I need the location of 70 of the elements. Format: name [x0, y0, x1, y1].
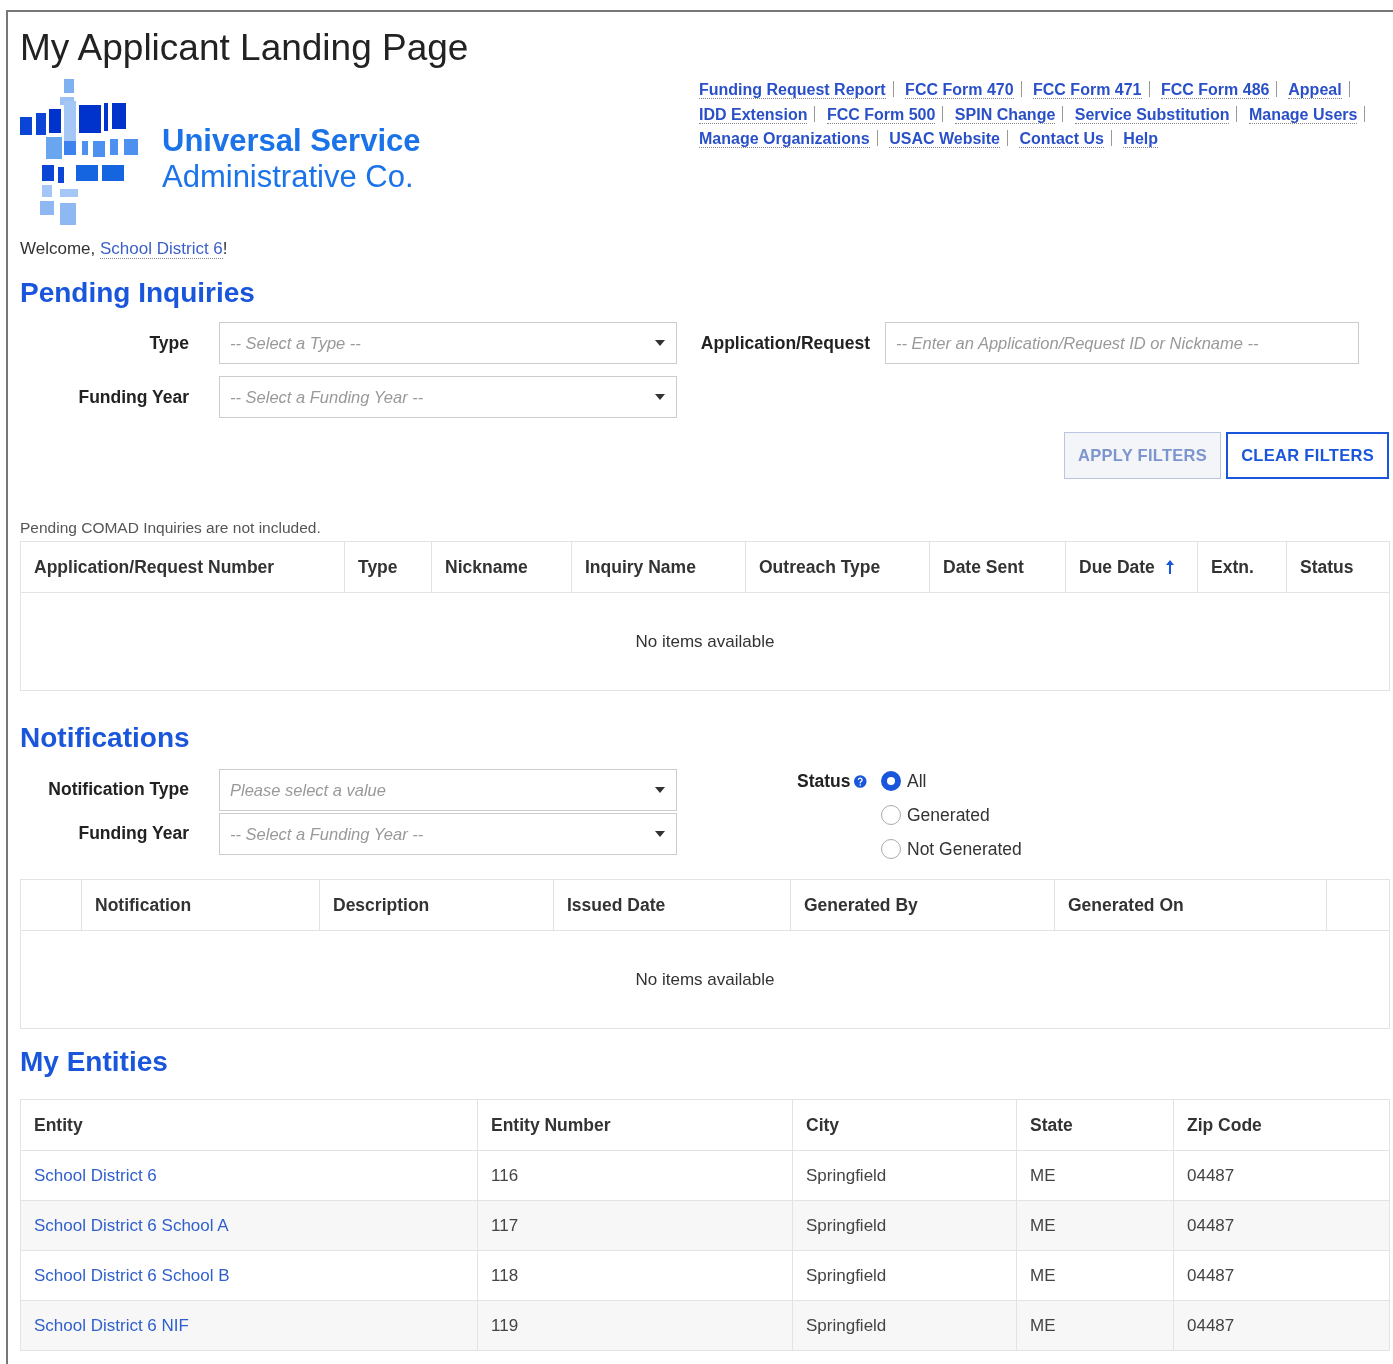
radio-option[interactable]: All [881, 769, 1181, 793]
empty-message: No items available [635, 631, 775, 652]
caret-icon [654, 786, 666, 794]
column-header[interactable]: Date Sent [943, 556, 1024, 578]
column-header[interactable]: Notification [95, 894, 192, 916]
field-label: Application/Request [700, 332, 871, 354]
nav-link[interactable]: Appeal [1288, 81, 1342, 99]
nav-link[interactable]: IDD Extension [699, 105, 808, 124]
table-cell: 119 [477, 1301, 792, 1350]
column-header[interactable]: Entity Number [491, 1114, 611, 1136]
table-cell: Springfield [792, 1301, 1016, 1350]
column-header[interactable]: Generated On [1068, 894, 1184, 916]
filter-button[interactable]: CLEAR FILTERS [1226, 432, 1389, 479]
field-label: Funding Year [78, 823, 190, 844]
column-header[interactable]: Generated By [804, 894, 918, 916]
field-label: Status [797, 770, 851, 792]
radio-option[interactable]: Not Generated [881, 837, 1181, 861]
user-link[interactable]: School District 6 [100, 239, 223, 259]
table-cell: ME [1016, 1301, 1173, 1350]
nav-link[interactable]: Contact Us [1019, 130, 1104, 148]
search-field[interactable]: -- Enter an Application/Request ID or Nickname -- [885, 322, 1359, 364]
help-icon[interactable] [854, 772, 867, 790]
welcome-text: ! [222, 239, 228, 258]
logo-text: Universal Service [162, 123, 421, 159]
column-header[interactable]: City [806, 1114, 840, 1136]
nav-link[interactable]: Manage Organizations [699, 130, 870, 148]
empty-message: No items available [635, 969, 775, 990]
caret-icon [654, 339, 666, 347]
nav-link[interactable]: FCC Form 486 [1160, 81, 1270, 99]
column-header[interactable]: Nickname [445, 556, 528, 578]
section-heading: Pending Inquiries [20, 276, 256, 310]
column-header[interactable]: Due Date [1079, 556, 1155, 578]
welcome-text: Welcome, [20, 239, 96, 258]
table-cell: 04487 [1173, 1301, 1389, 1350]
column-header[interactable]: Outreach Type [759, 556, 881, 578]
field-label: Notification Type [48, 779, 190, 800]
caret-icon [654, 830, 666, 838]
column-header[interactable]: Inquiry Name [585, 556, 696, 578]
entity-link[interactable]: School District 6 NIF [34, 1315, 189, 1336]
radio-option[interactable]: Generated [881, 803, 1181, 827]
nav-link[interactable]: Service Substitution [1074, 105, 1230, 124]
entity-link[interactable]: School District 6 School B [34, 1265, 230, 1286]
field-label: Type [149, 332, 190, 354]
column-header[interactable]: Application/Request Number [34, 556, 275, 578]
note-text: Pending COMAD Inquiries are not included. [20, 519, 322, 538]
nav-link[interactable]: Funding Request Report [699, 81, 886, 99]
section-heading: Notifications [20, 721, 191, 755]
column-header[interactable]: Entity [34, 1114, 83, 1136]
nav-link[interactable]: SPIN Change [954, 105, 1056, 124]
sort-arrow-icon[interactable] [1164, 559, 1175, 575]
nav-link[interactable]: FCC Form 470 [905, 81, 1014, 99]
section-heading: My Entities [20, 1045, 169, 1079]
column-header[interactable]: Issued Date [567, 894, 666, 916]
nav-link[interactable]: Manage Users [1248, 105, 1358, 124]
column-header[interactable]: Description [333, 894, 430, 916]
column-header[interactable]: Type [358, 556, 398, 578]
caret-icon [654, 393, 666, 401]
nav-link[interactable]: FCC Form 471 [1033, 81, 1142, 99]
column-header[interactable]: Status [1300, 556, 1354, 578]
column-header[interactable]: Zip Code [1187, 1114, 1262, 1136]
logo-text: Administrative Co. [162, 159, 415, 195]
field-label: Funding Year [78, 386, 190, 408]
column-header[interactable]: State [1030, 1114, 1073, 1136]
page-title: My Applicant Landing Page [20, 26, 470, 70]
nav-link[interactable]: USAC Website [889, 130, 1000, 148]
entity-link[interactable]: School District 6 School A [34, 1215, 229, 1236]
column-header[interactable]: Extn. [1211, 556, 1254, 578]
nav-link[interactable]: FCC Form 500 [826, 105, 936, 124]
nav-link[interactable]: Help [1123, 130, 1159, 148]
entity-link[interactable]: School District 6 [34, 1165, 157, 1186]
